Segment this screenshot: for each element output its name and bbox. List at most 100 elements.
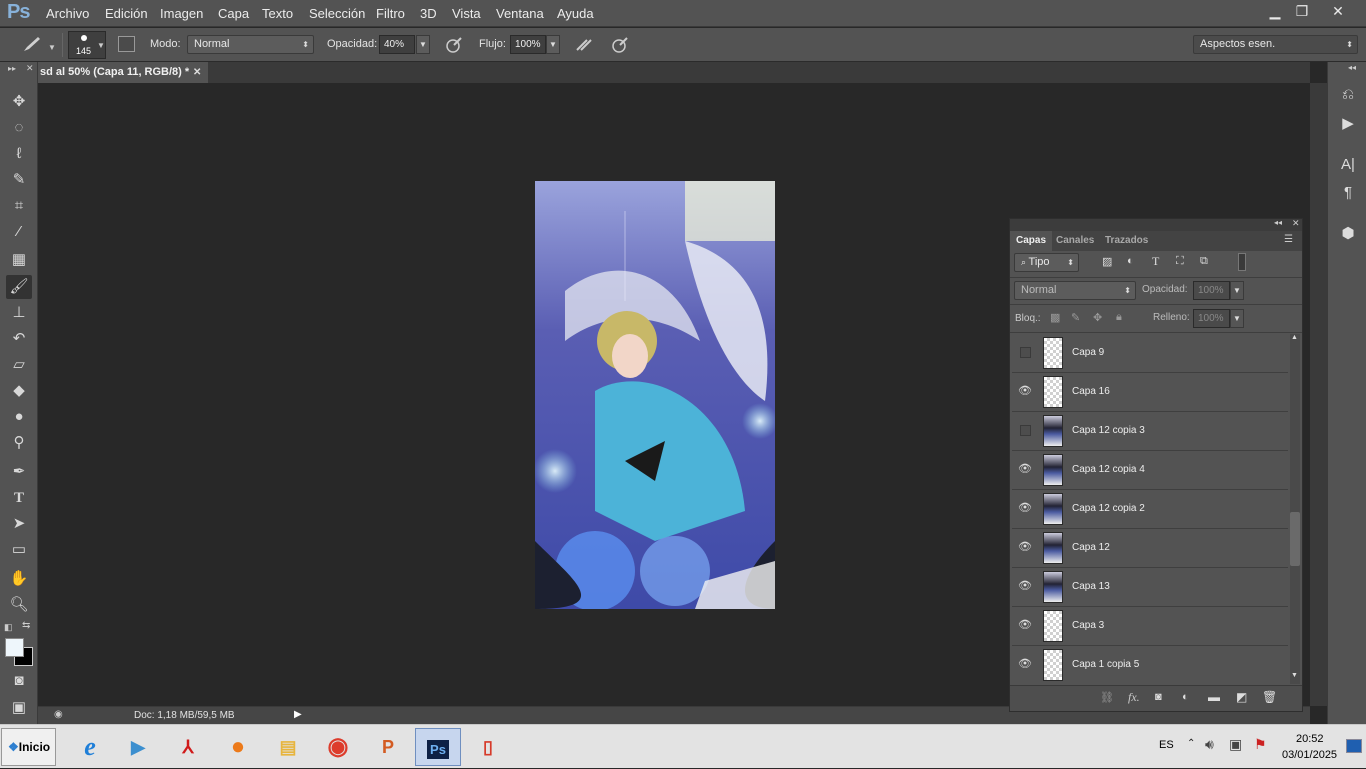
visibility-off-toggle[interactable] xyxy=(1020,347,1031,358)
brush-tool-icon[interactable]: 🖌 xyxy=(6,275,32,299)
volume-icon[interactable]: 🔊︎ xyxy=(1205,736,1214,753)
fill-dropdown-icon[interactable]: ▼ xyxy=(1230,309,1244,328)
start-button[interactable]: ❖Inicio xyxy=(1,728,56,766)
flow-dropdown-icon[interactable]: ▼ xyxy=(546,35,560,54)
acrobat-icon[interactable]: ⅄ xyxy=(165,728,211,766)
screen-mode-icon[interactable]: ▣ xyxy=(6,696,32,720)
layer-row[interactable]: 👁︎ Capa 16 xyxy=(1012,373,1288,412)
fill-input[interactable]: 100% xyxy=(1193,309,1230,328)
eraser-tool-icon[interactable]: ▱ xyxy=(6,353,32,377)
actions-panel-icon[interactable]: ▶ xyxy=(1338,114,1358,136)
opacity-input[interactable]: 40% xyxy=(379,35,415,54)
marquee-ellipse-tool-icon[interactable]: ◌ xyxy=(6,116,32,140)
chrome-icon[interactable]: ◉ xyxy=(315,728,361,766)
hand-tool-icon[interactable]: ✋ xyxy=(6,567,32,591)
history-brush-tool-icon[interactable]: ↶ xyxy=(6,327,32,351)
clock-date[interactable]: 03/01/2025 xyxy=(1282,749,1337,761)
brush-size-picker[interactable]: 145 ▼ xyxy=(68,31,106,59)
chevron-down-icon[interactable]: ▼ xyxy=(48,43,56,52)
panel-menu-icon[interactable]: ☰ xyxy=(1284,234,1293,245)
layer-row[interactable]: 👁︎ Capa 1 copia 5 xyxy=(1012,646,1288,684)
tab-capas[interactable]: Capas xyxy=(1010,231,1053,251)
move-tool-icon[interactable]: ✥ xyxy=(6,90,32,114)
show-hidden-icons-icon[interactable]: ⌃ xyxy=(1187,738,1195,749)
scrollbar-thumb[interactable] xyxy=(1290,512,1300,566)
layer-opacity-input[interactable]: 100% xyxy=(1193,281,1230,300)
layer-filter-select[interactable]: ⌕ Tipo ⬍ xyxy=(1014,253,1079,272)
pressure-size-icon[interactable] xyxy=(611,36,629,58)
document-tab[interactable]: sd al 50% (Capa 11, RGB/8) * ✕ xyxy=(38,62,208,83)
eye-icon[interactable]: 👁︎ xyxy=(1016,384,1034,400)
layer-row[interactable]: 👁︎ Capa 13 xyxy=(1012,568,1288,607)
scroll-down-icon[interactable]: ▼ xyxy=(1291,672,1298,679)
visibility-off-toggle[interactable] xyxy=(1020,425,1031,436)
eye-icon[interactable]: 👁︎ xyxy=(1016,618,1034,634)
filter-toggle[interactable] xyxy=(1238,253,1246,271)
rectangle-tool-icon[interactable]: ▭ xyxy=(6,538,32,562)
minimize-button[interactable]: ▁ xyxy=(1264,2,1286,20)
artwork-canvas[interactable] xyxy=(535,181,775,609)
brush-preset-icon[interactable] xyxy=(22,35,54,57)
menu-archivo[interactable]: Archivo xyxy=(46,6,89,21)
brush-panel-toggle-icon[interactable] xyxy=(118,36,135,52)
lock-transparency-icon[interactable]: ▩ xyxy=(1050,311,1060,324)
close-panel-icon[interactable]: ✕ xyxy=(26,63,34,74)
network-icon[interactable]: ▣ xyxy=(1229,736,1242,753)
filter-smart-object-icon[interactable]: ⧉ xyxy=(1200,255,1208,268)
restore-button[interactable]: ❐ xyxy=(1291,2,1313,20)
history-panel-icon[interactable]: ⎌ xyxy=(1338,86,1358,108)
layer-row[interactable]: Capa 9 xyxy=(1012,334,1288,373)
layer-row[interactable]: 👁︎ Capa 12 copia 2 xyxy=(1012,490,1288,529)
menu-ventana[interactable]: Ventana xyxy=(496,6,544,21)
path-selection-tool-icon[interactable]: ➤ xyxy=(6,512,32,536)
folder-icon[interactable]: ▬ xyxy=(1208,690,1220,704)
healing-brush-tool-icon[interactable]: ▦ xyxy=(6,248,32,272)
fx-icon[interactable]: fx. xyxy=(1128,690,1140,705)
eye-icon[interactable]: 👁︎ xyxy=(1016,657,1034,673)
collapse-panel-icon[interactable]: ◂◂ xyxy=(1274,218,1282,227)
opacity-dropdown-icon[interactable]: ▼ xyxy=(416,35,430,54)
action-center-icon[interactable]: ⚑ xyxy=(1254,736,1267,753)
eye-icon[interactable]: 👁︎ xyxy=(1016,501,1034,517)
office-icon[interactable]: ▯ xyxy=(465,728,511,766)
menu-ayuda[interactable]: Ayuda xyxy=(557,6,594,21)
character-panel-icon[interactable]: A| xyxy=(1338,156,1358,178)
language-indicator[interactable]: ES xyxy=(1159,739,1174,751)
close-tab-icon[interactable]: ✕ xyxy=(193,62,201,83)
default-colors-icon[interactable]: ◧ xyxy=(4,622,13,633)
layer-row[interactable]: 👁︎ Capa 3 xyxy=(1012,607,1288,646)
zoom-tool-icon[interactable]: 🔍︎ xyxy=(6,593,32,617)
show-desktop-icon[interactable] xyxy=(1346,739,1362,753)
filter-type-icon[interactable]: T xyxy=(1152,254,1159,269)
blend-mode-select[interactable]: Normal ⬍ xyxy=(1014,281,1136,300)
eye-icon[interactable]: 👁︎ xyxy=(1016,462,1034,478)
eye-icon[interactable]: 👁︎ xyxy=(1016,579,1034,595)
mode-select[interactable]: Normal ⬍ xyxy=(187,35,314,54)
blur-tool-icon[interactable]: ● xyxy=(6,405,32,429)
eye-icon[interactable]: 👁︎ xyxy=(1016,540,1034,556)
tab-canales[interactable]: Canales xyxy=(1050,231,1100,251)
expand-panel-icon[interactable]: ▸▸ xyxy=(8,64,16,73)
close-button[interactable]: ✕ xyxy=(1327,2,1349,20)
clone-stamp-tool-icon[interactable]: ⊥ xyxy=(6,301,32,325)
menu-seleccion[interactable]: Selección xyxy=(309,6,365,21)
filter-pixel-icon[interactable]: ▨ xyxy=(1102,255,1112,268)
layer-row[interactable]: 👁︎ Capa 12 copia 4 xyxy=(1012,451,1288,490)
adjustment-icon[interactable]: ◐ xyxy=(1182,691,1189,703)
menu-capa[interactable]: Capa xyxy=(218,6,249,21)
tab-trazados[interactable]: Trazados xyxy=(1099,231,1154,251)
swap-colors-icon[interactable]: ⇆ xyxy=(22,620,30,631)
link-icon[interactable]: ⛓ xyxy=(1100,691,1114,704)
pressure-opacity-icon[interactable] xyxy=(445,36,463,58)
filter-shape-icon[interactable]: ⛶ xyxy=(1176,255,1184,268)
type-tool-icon[interactable]: T xyxy=(6,486,32,510)
mask-icon[interactable]: ◙ xyxy=(1155,691,1162,703)
eyedropper-tool-icon[interactable]: ⁄ xyxy=(6,220,32,244)
close-panel-icon[interactable]: ✕ xyxy=(1292,218,1300,229)
menu-imagen[interactable]: Imagen xyxy=(160,6,203,21)
quick-mask-icon[interactable]: ◙ xyxy=(6,669,32,693)
firefox-icon[interactable]: ● xyxy=(215,728,261,766)
media-player-icon[interactable]: ▶ xyxy=(115,728,161,766)
menu-texto[interactable]: Texto xyxy=(262,6,293,21)
crop-tool-icon[interactable]: ⌗ xyxy=(6,194,32,218)
